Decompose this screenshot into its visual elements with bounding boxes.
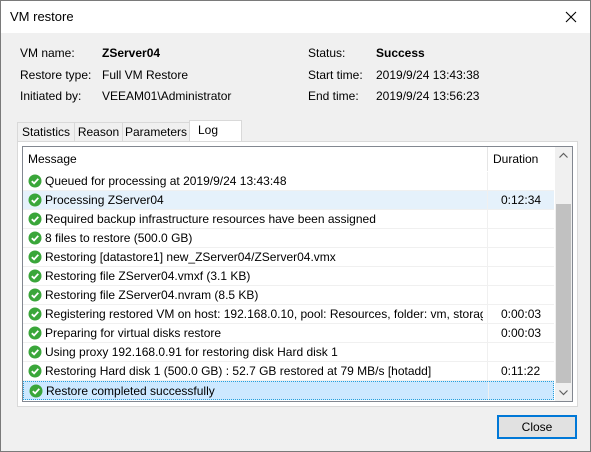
log-row[interactable]: Processing ZServer04 0:12:34 [23, 191, 554, 210]
log-duration: 0:12:34 [501, 193, 542, 207]
log-message: 8 files to restore (500.0 GB) [45, 231, 193, 245]
close-window-button[interactable] [560, 6, 582, 28]
log-message: Processing ZServer04 [45, 193, 164, 207]
success-check-icon [28, 193, 42, 207]
cell-divider [487, 324, 488, 342]
tab-statistics[interactable]: Statistics [17, 122, 75, 141]
column-header-message[interactable]: Message [28, 152, 77, 166]
title-bar: VM restore [1, 1, 590, 33]
tab-reason[interactable]: Reason [74, 122, 123, 141]
log-row[interactable]: Queued for processing at 2019/9/24 13:43… [23, 172, 554, 191]
log-message: Restoring file ZServer04.nvram (8.5 KB) [45, 288, 259, 302]
cell-divider [487, 248, 488, 266]
vm-name-value: ZServer04 [102, 46, 161, 60]
log-row[interactable]: Using proxy 192.168.0.91 for restoring d… [23, 343, 554, 362]
cell-divider [487, 305, 488, 323]
cell-divider [487, 172, 488, 190]
tab-parameters[interactable]: Parameters [122, 122, 190, 141]
log-message: Restore completed successfully [46, 384, 215, 398]
column-header-duration[interactable]: Duration [493, 152, 538, 166]
log-row[interactable]: Registering restored VM on host: 192.168… [23, 305, 554, 324]
log-duration: 0:00:03 [501, 307, 542, 321]
start-time-value: 2019/9/24 13:43:38 [376, 68, 480, 82]
status-value: Success [376, 46, 425, 60]
chevron-down-icon [559, 390, 568, 396]
log-tab-panel: Message Duration Queued for processing a… [17, 141, 578, 407]
success-check-icon [28, 345, 42, 359]
success-check-icon [28, 212, 42, 226]
success-check-icon [28, 326, 42, 340]
vm-restore-dialog: VM restore VM name: ZServer04 Restore ty… [0, 0, 591, 452]
initiated-by-value: VEEAM01\Administrator [102, 89, 232, 103]
success-check-icon [28, 307, 42, 321]
log-message: Preparing for virtual disks restore [45, 326, 222, 340]
cell-divider [487, 191, 488, 209]
success-check-icon [29, 384, 43, 398]
success-check-icon [28, 231, 42, 245]
log-row[interactable]: Restore completed successfully [23, 381, 554, 400]
start-time-label: Start time: [308, 68, 363, 82]
log-list[interactable]: Message Duration Queued for processing a… [22, 146, 573, 402]
tab-log[interactable]: Log [189, 120, 242, 141]
close-button[interactable]: Close [497, 415, 577, 439]
scroll-thumb[interactable] [556, 204, 571, 383]
cell-divider [487, 210, 488, 228]
chevron-up-icon [559, 152, 568, 158]
vertical-scrollbar[interactable] [555, 147, 572, 401]
log-row[interactable]: Required backup infrastructure resources… [23, 210, 554, 229]
log-row[interactable]: Restoring file ZServer04.vmxf (3.1 KB) [23, 267, 554, 286]
log-message: Required backup infrastructure resources… [45, 212, 376, 226]
success-check-icon [28, 174, 42, 188]
restore-type-value: Full VM Restore [102, 68, 189, 82]
log-message: Registering restored VM on host: 192.168… [45, 307, 483, 321]
vm-name-label: VM name: [20, 46, 75, 60]
status-label: Status: [308, 46, 346, 60]
cell-divider [487, 286, 488, 304]
restore-type-label: Restore type: [20, 68, 92, 82]
log-row[interactable]: Restoring [datastore1] new_ZServer04/ZSe… [23, 248, 554, 267]
success-check-icon [28, 250, 42, 264]
cell-divider [487, 362, 488, 380]
initiated-by-label: Initiated by: [20, 89, 82, 103]
window-title: VM restore [10, 9, 74, 24]
success-check-icon [28, 364, 42, 378]
close-icon [565, 11, 577, 23]
log-message: Restoring [datastore1] new_ZServer04/ZSe… [45, 250, 336, 264]
log-row[interactable]: 8 files to restore (500.0 GB) [23, 229, 554, 248]
cell-divider [487, 267, 488, 285]
log-message: Restoring file ZServer04.vmxf (3.1 KB) [45, 269, 251, 283]
end-time-value: 2019/9/24 13:56:23 [376, 89, 480, 103]
log-duration: 0:00:03 [501, 326, 542, 340]
scroll-down-button[interactable] [555, 384, 572, 401]
log-row[interactable]: Preparing for virtual disks restore 0:00:… [23, 324, 554, 343]
cell-divider [487, 343, 488, 361]
success-check-icon [28, 288, 42, 302]
log-duration: 0:11:22 [501, 364, 541, 378]
log-message: Restoring Hard disk 1 (500.0 GB) : 52.7 … [45, 364, 432, 378]
cell-divider [487, 229, 488, 247]
end-time-label: End time: [308, 89, 359, 103]
success-check-icon [28, 269, 42, 283]
log-rows: Queued for processing at 2019/9/24 13:43… [23, 172, 554, 400]
cell-divider [488, 382, 489, 400]
log-row[interactable]: Restoring file ZServer04.nvram (8.5 KB) [23, 286, 554, 305]
scroll-up-button[interactable] [555, 147, 572, 164]
log-message: Queued for processing at 2019/9/24 13:43… [45, 174, 287, 188]
log-row[interactable]: Restoring Hard disk 1 (500.0 GB) : 52.7 … [23, 362, 554, 381]
column-divider[interactable] [487, 147, 488, 171]
log-message: Using proxy 192.168.0.91 for restoring d… [45, 345, 338, 359]
log-list-header: Message Duration [23, 147, 554, 171]
